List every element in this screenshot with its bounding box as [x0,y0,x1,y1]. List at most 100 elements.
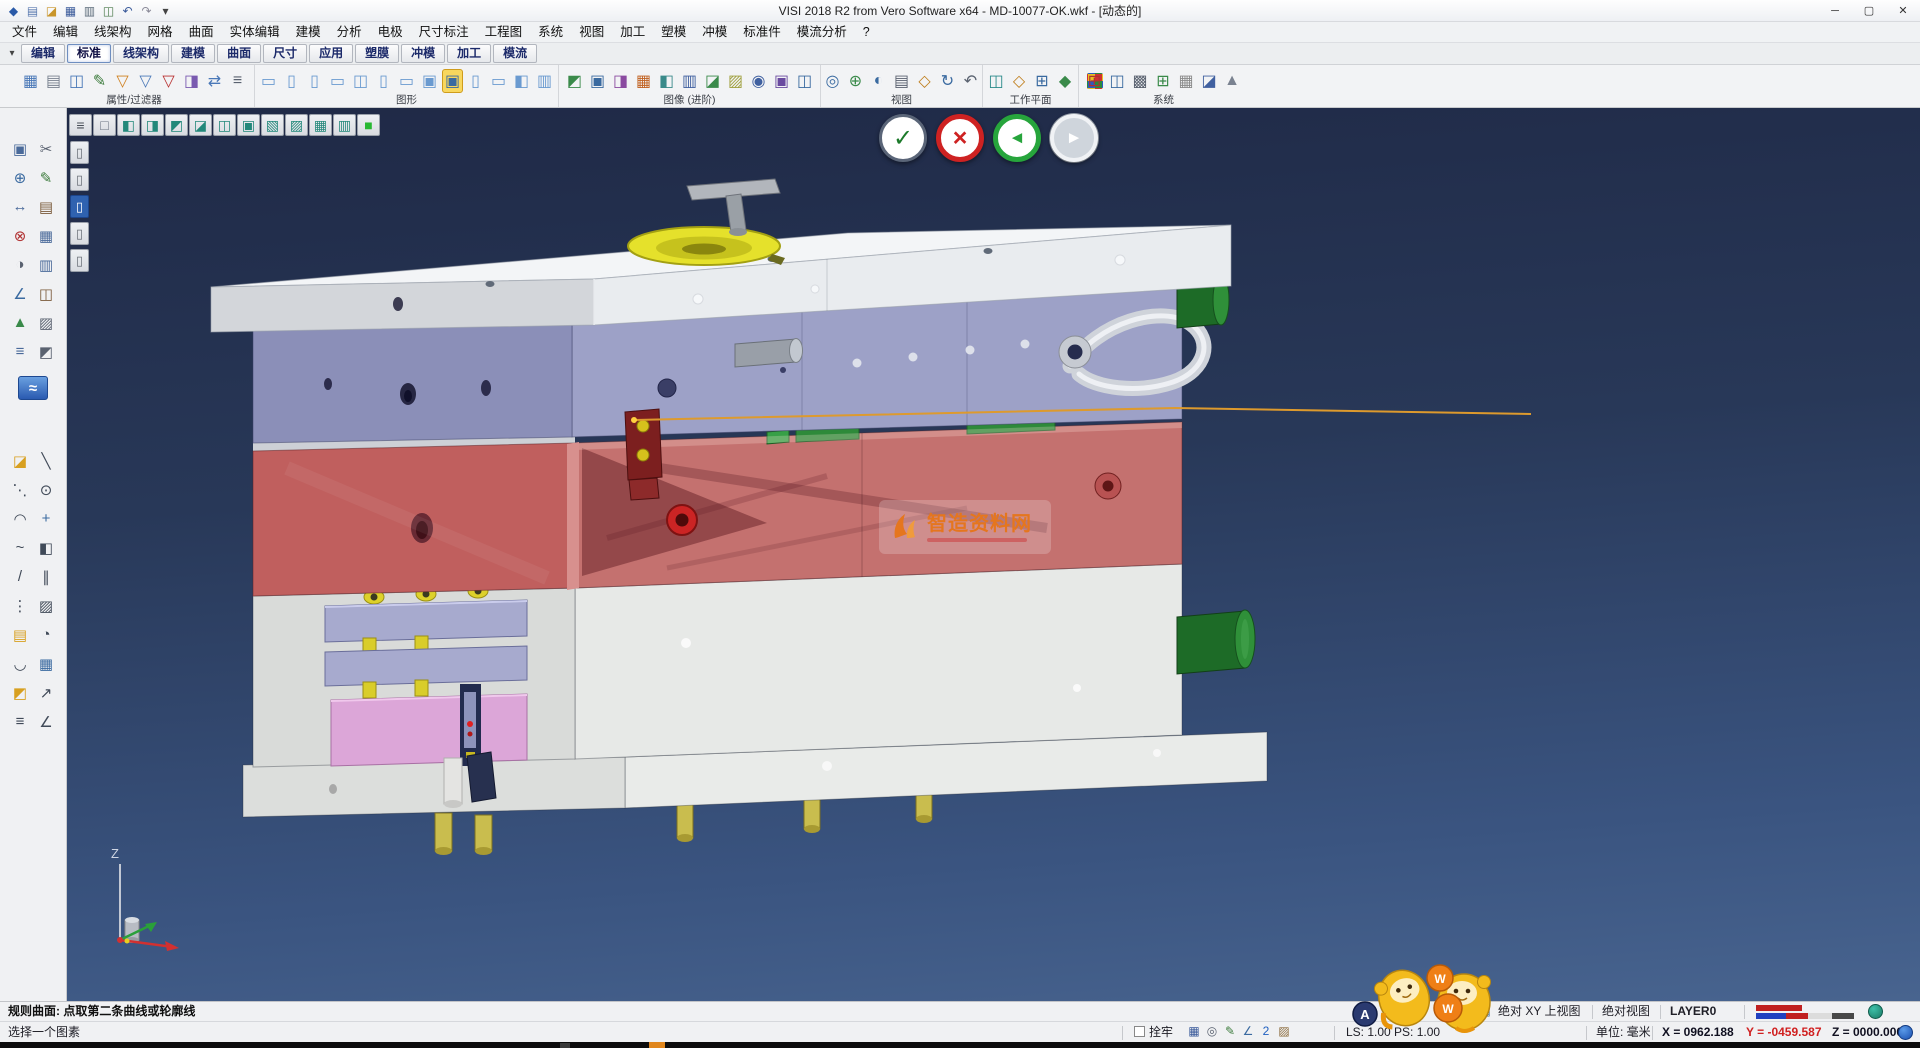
rows-icon[interactable]: ▤ [7,620,33,649]
status-blue-indicator-icon[interactable] [1898,1025,1913,1040]
menu-item[interactable]: 线架构 [86,22,140,43]
menu-item[interactable]: 标准件 [735,22,789,43]
3d-viewport[interactable]: ≡□◧◨◩◪◫▣▧▨▦▥■ ▯▯▯▯▯ ✓×◄► 智造资料网 [67,108,1920,1001]
ghost-icon[interactable]: ▭ [488,69,509,93]
edit-attributes-icon[interactable]: ✎ [89,69,110,93]
view-left-icon[interactable]: ◫ [213,114,236,136]
layer-box-icon[interactable]: ▤ [33,192,59,221]
database-icon[interactable]: ◪ [1199,69,1220,93]
view-iso4-icon[interactable]: ▥ [333,114,356,136]
solid-icon[interactable]: ◫ [350,69,371,93]
view-right-icon[interactable]: ▣ [237,114,260,136]
lock-toggle[interactable]: 拴牢 [1134,1022,1173,1042]
preview-icon[interactable]: ▥ [534,69,555,93]
print-icon[interactable]: ▥ [81,2,98,19]
list-icon[interactable]: ≡ [227,69,248,93]
spline-icon[interactable]: ~ [7,533,33,562]
mold-lower-green-cylinder[interactable] [1177,610,1255,674]
zoom-all-icon[interactable]: ◎ [822,69,843,93]
texture-icon[interactable]: ▣ [587,69,608,93]
angle-icon[interactable]: ∠ [7,279,33,308]
measure-status-icon[interactable]: ∠ [1239,1022,1257,1040]
cylinder-icon[interactable]: ▯ [304,69,325,93]
curve-tools-icon[interactable]: ≈ [18,376,48,400]
previous-view-icon[interactable]: ↶ [960,69,981,93]
tab[interactable]: 尺寸 [263,44,307,63]
layer2-status-icon[interactable]: 2 [1257,1022,1275,1040]
material-icon[interactable]: ◩ [564,69,585,93]
menu-item[interactable]: 实体编辑 [222,22,288,43]
dots-icon[interactable]: ⋮ [7,591,33,620]
mirror-icon[interactable]: ◫ [33,279,59,308]
workplane-align-icon[interactable]: ◇ [1009,69,1030,93]
new-file-icon[interactable]: ▤ [24,2,41,19]
calculator-icon[interactable]: ⊞ [1153,69,1174,93]
mesh-icon[interactable]: ▭ [396,69,417,93]
filter-blue-icon[interactable]: ▽ [135,69,156,93]
back-button[interactable]: ◄ [993,114,1041,162]
status-teal-indicator-icon[interactable] [1868,1004,1883,1019]
mold-3d-model[interactable] [67,108,1920,1001]
view-iso3-icon[interactable]: ▦ [309,114,332,136]
forward-button[interactable]: ► [1050,114,1098,162]
camera-icon[interactable]: ◉ [748,69,769,93]
delete-icon[interactable]: ⊗ [7,221,33,250]
compare-icon[interactable]: ◫ [794,69,815,93]
clipboard-4-icon[interactable]: ▯ [70,222,89,245]
menu-item[interactable]: 曲面 [181,22,222,43]
rotate-view-icon[interactable]: ↻ [937,69,958,93]
hatch-icon[interactable]: ▨ [33,308,59,337]
filter-red-icon[interactable]: ▽ [158,69,179,93]
arc-icon[interactable]: ◠ [7,504,33,533]
confirm-button[interactable]: ✓ [879,114,927,162]
tab[interactable]: 加工 [447,44,491,63]
menu-item[interactable]: 冲模 [694,22,735,43]
hidden-line-icon[interactable]: ▯ [465,69,486,93]
view-front-icon[interactable]: ◧ [117,114,140,136]
wireframe-icon[interactable]: ▭ [258,69,279,93]
snap-icon[interactable]: ⊕ [7,163,33,192]
palette-swatch[interactable] [1756,1013,1854,1019]
menu-item[interactable]: 网格 [140,22,181,43]
workplane-grid-icon[interactable]: ⊞ [1032,69,1053,93]
menu-item[interactable]: 工程图 [477,22,531,43]
background-icon[interactable]: ▦ [633,69,654,93]
layer-indicator[interactable]: LAYER0 [1670,1002,1716,1021]
equal-icon[interactable]: ≡ [7,707,33,736]
document-icon[interactable]: ▥ [33,250,59,279]
point-icon[interactable]: + [33,504,59,533]
grid-settings-icon[interactable]: ▩ [1130,69,1151,93]
clipboard-5-icon[interactable]: ▯ [70,249,89,272]
clipboard-3-icon[interactable]: ▯ [70,195,89,218]
menu-item[interactable]: ? [855,22,878,43]
maximize-button[interactable]: ▢ [1852,0,1886,21]
tab[interactable]: 线架构 [113,44,169,63]
view-back-icon[interactable]: ◨ [141,114,164,136]
save-icon[interactable]: ▦ [62,2,79,19]
clipboard-2-icon[interactable]: ▯ [70,168,89,191]
menu-item[interactable]: 加工 [612,22,653,43]
minimize-button[interactable]: ─ [1818,0,1852,21]
layers-icon[interactable]: ◨ [181,69,202,93]
menu-item[interactable]: 系统 [530,22,571,43]
sketch-icon[interactable]: ✎ [33,163,59,192]
view-bottom-icon[interactable]: ◪ [189,114,212,136]
tab[interactable]: 模流 [493,44,537,63]
half-rect-icon[interactable]: ◧ [33,533,59,562]
view-iso2-icon[interactable]: ▨ [285,114,308,136]
render-icon[interactable]: ▣ [419,69,440,93]
workplane-3d-icon[interactable]: ◆ [1055,69,1076,93]
shaded-edges-icon[interactable]: ▣ [442,69,463,93]
perspective-icon[interactable]: ▲ [1222,69,1243,93]
light-icon[interactable]: ◨ [610,69,631,93]
menu-item[interactable]: 编辑 [45,22,86,43]
quarter-icon[interactable]: ◔ [33,620,59,649]
grid-image-icon[interactable]: ▨ [725,69,746,93]
mascot-character-left[interactable] [1370,964,1436,1033]
undo-icon[interactable]: ↶ [119,2,136,19]
open-file-icon[interactable]: ◪ [43,2,60,19]
iso-view-icon[interactable]: ◇ [914,69,935,93]
shade-half-icon[interactable]: ◑ [7,250,33,279]
folder-icon[interactable]: ◪ [7,446,33,475]
swap-icon[interactable]: ⇄ [204,69,225,93]
